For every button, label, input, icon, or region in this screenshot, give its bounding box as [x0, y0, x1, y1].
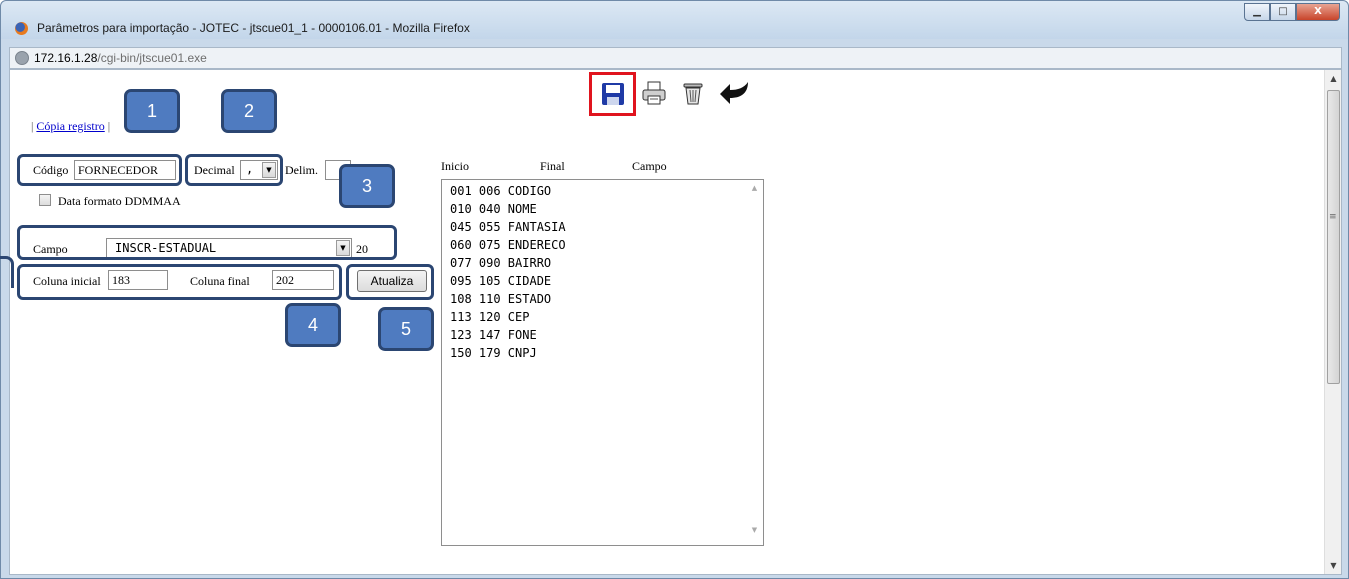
list-item[interactable]: 095 105 CIDADE	[450, 274, 551, 288]
address-bar[interactable]: 172.16.1.28/cgi-bin/jtscue01.exe	[9, 47, 1342, 69]
globe-icon	[15, 51, 29, 65]
annotation-frame-codigo	[17, 154, 182, 186]
window-title: Parâmetros para importação - JOTEC - jts…	[37, 21, 470, 35]
callout-5: 5	[378, 307, 434, 351]
fields-listbox[interactable]: 001 006 CODIGO 010 040 NOME 045 055 FANT…	[441, 179, 764, 546]
annotation-frame-update	[346, 264, 434, 300]
listbox-scrollbar[interactable]: ▲ ▼	[746, 180, 763, 545]
callout-1: 1	[124, 89, 180, 133]
date-format-checkbox[interactable]	[39, 194, 51, 206]
list-item[interactable]: 060 075 ENDERECO	[450, 238, 566, 252]
scroll-grip-icon: ≡	[1329, 212, 1337, 222]
annotation-frame-campo	[17, 225, 397, 260]
col-header-inicio: Inicio	[441, 159, 469, 173]
close-button[interactable]: X	[1296, 3, 1340, 21]
title-bar: Parâmetros para importação - JOTEC - jts…	[1, 1, 1348, 39]
date-format-label: Data formato DDMMAA	[58, 194, 181, 208]
col-header-campo: Campo	[632, 159, 667, 173]
list-item[interactable]: 077 090 BAIRRO	[450, 256, 551, 270]
link-suffix: |	[104, 119, 111, 133]
col-header-final: Final	[540, 159, 565, 173]
list-item[interactable]: 045 055 FANTASIA	[450, 220, 566, 234]
list-item[interactable]: 010 040 NOME	[450, 202, 537, 216]
firefox-icon	[15, 22, 28, 35]
annotation-arrow-stub	[0, 256, 14, 288]
vertical-scrollbar[interactable]: ▲ ≡ ▼	[1324, 70, 1341, 574]
callout-3: 3	[339, 164, 395, 208]
save-icon	[602, 83, 624, 105]
url-host: 172.16.1.28	[34, 51, 98, 65]
delim-label: Delim.	[285, 163, 318, 177]
window-controls: ▁ □ X	[1244, 3, 1340, 21]
list-item[interactable]: 150 179 CNPJ	[450, 346, 537, 360]
minimize-button[interactable]: ▁	[1244, 3, 1270, 21]
back-arrow-icon[interactable]	[718, 78, 752, 106]
maximize-button[interactable]: □	[1270, 3, 1296, 21]
callout-2: 2	[221, 89, 277, 133]
scroll-up-icon[interactable]: ▲	[1325, 70, 1342, 87]
url-text: 172.16.1.28/cgi-bin/jtscue01.exe	[34, 51, 207, 65]
annotation-frame-columns	[17, 264, 342, 300]
printer-icon[interactable]	[641, 80, 667, 106]
scroll-down-icon[interactable]: ▼	[1325, 557, 1342, 574]
scroll-up-icon[interactable]: ▲	[746, 184, 763, 199]
callout-4: 4	[285, 303, 341, 347]
list-item[interactable]: 108 110 ESTADO	[450, 292, 551, 306]
trash-icon[interactable]	[680, 80, 706, 106]
scroll-down-icon[interactable]: ▼	[746, 526, 763, 541]
list-item[interactable]: 113 120 CEP	[450, 310, 529, 324]
copy-record-link[interactable]: Cópia registro	[36, 119, 104, 133]
scroll-thumb[interactable]	[1327, 90, 1340, 384]
list-item[interactable]: 123 147 FONE	[450, 328, 537, 342]
list-item[interactable]: 001 006 CODIGO	[450, 184, 551, 198]
annotation-frame-decimal	[185, 154, 283, 186]
url-path: /cgi-bin/jtscue01.exe	[97, 51, 207, 65]
copy-record-row: | Cópia registro |	[31, 119, 110, 134]
save-button[interactable]	[589, 72, 636, 116]
